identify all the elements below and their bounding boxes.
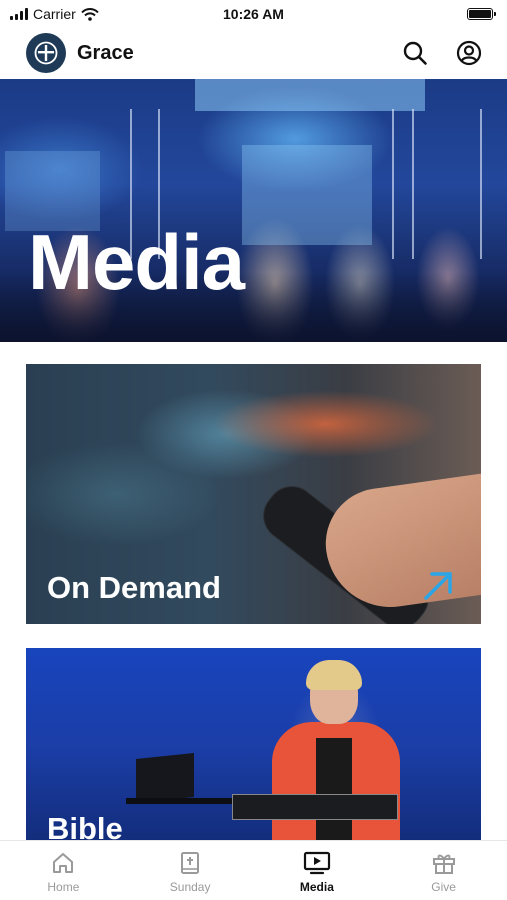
home-icon [53,853,74,873]
bible-icon [181,852,200,874]
signal-icon [10,8,28,20]
status-bar: Carrier 10:26 AM [0,0,507,28]
gift-icon [432,854,455,874]
tab-sunday[interactable]: Sunday [127,841,254,900]
tab-media[interactable]: Media [254,841,381,900]
arrow-up-right-icon [424,572,452,600]
hero-title: Media [28,218,245,306]
on-demand-card[interactable]: On Demand [26,364,481,624]
app-header: Grace [0,28,507,78]
bible-card[interactable]: Bible [26,648,481,841]
tab-give[interactable]: Give [380,841,507,900]
profile-icon[interactable] [455,39,483,67]
tab-label-give: Give [431,880,456,894]
grace-logo-icon[interactable] [26,33,66,73]
search-icon[interactable] [401,39,429,67]
app-brand-name: Grace [77,41,134,64]
battery-icon [467,8,496,20]
wifi-icon [81,7,99,21]
media-hero-banner: Media [0,79,507,342]
tab-home[interactable]: Home [0,841,127,900]
bottom-tab-bar: Home Sunday Media Give [0,840,507,900]
tab-label-media: Media [299,880,334,894]
tv-play-icon [303,851,330,875]
music-stand-image [232,794,398,820]
card-title-bible: Bible [47,811,123,841]
tab-label-home: Home [47,880,80,894]
tab-label-sunday: Sunday [169,880,211,894]
carrier-label: Carrier [33,6,76,22]
card-title-on-demand: On Demand [47,570,221,605]
